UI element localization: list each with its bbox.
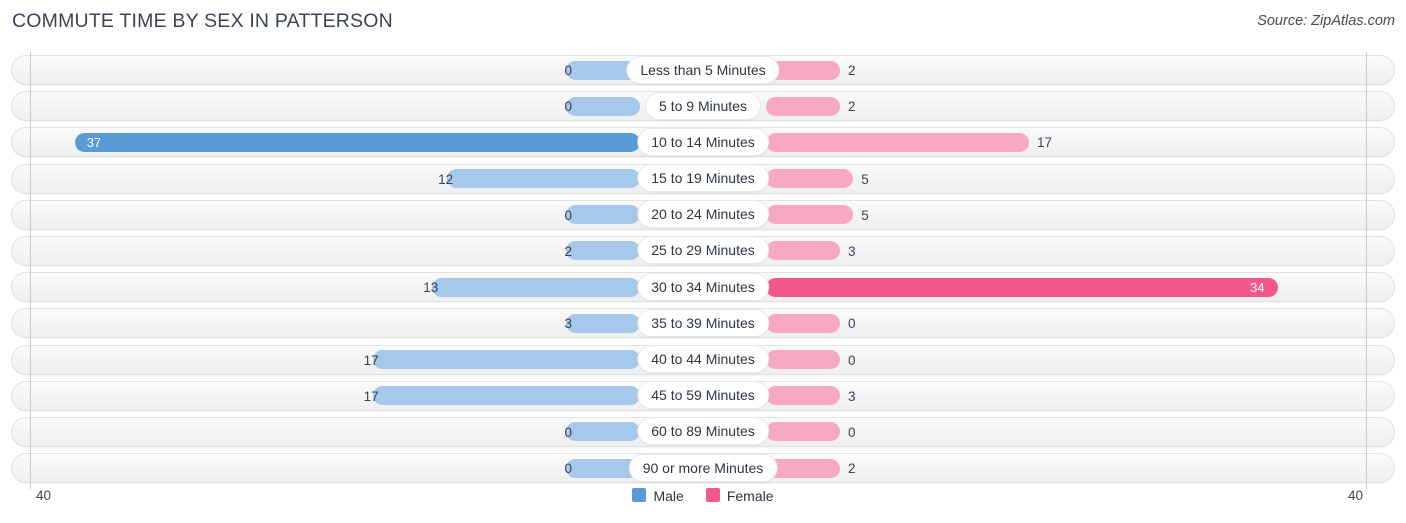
chart-row: 0 2 90 or more Minutes: [0, 450, 1406, 486]
category-label-pill: 20 to 24 Minutes: [638, 201, 768, 228]
value-label-female: 34: [1250, 280, 1265, 296]
category-label-pill: 60 to 89 Minutes: [638, 418, 768, 445]
chart-row: 0 2 5 to 9 Minutes: [0, 88, 1406, 124]
value-label-female: 2: [848, 99, 856, 115]
bar-female: [766, 277, 1279, 297]
value-label-male: 13: [423, 280, 439, 296]
value-label-male: 0: [564, 207, 572, 223]
value-label-female: 2: [848, 63, 856, 78]
legend-item-male[interactable]: Male: [632, 487, 684, 505]
legend-swatch-icon: [632, 488, 647, 503]
category-label-pill: 35 to 39 Minutes: [638, 309, 768, 336]
bar-male: [566, 241, 640, 261]
bar-male: [566, 313, 640, 333]
chart-row: 0 2 Less than 5 Minutes: [0, 52, 1406, 88]
source-attribution: Source: ZipAtlas.com: [1257, 13, 1395, 29]
chart-row: 3 0 35 to 39 Minutes: [0, 305, 1406, 341]
category-label-pill: 45 to 59 Minutes: [638, 382, 768, 409]
value-label-female: 0: [848, 316, 856, 332]
value-label-male: 17: [363, 388, 379, 404]
chart-row: 0 5 20 to 24 Minutes: [0, 197, 1406, 233]
chart-footer: 40 40 Male Female: [0, 485, 1406, 523]
legend-label: Female: [726, 488, 774, 505]
bar-female: [766, 422, 840, 442]
chart-row: 12 5 15 to 19 Minutes: [0, 161, 1406, 197]
category-label-pill: 5 to 9 Minutes: [646, 92, 760, 119]
value-label-male: 17: [363, 352, 379, 368]
value-label-female: 17: [1037, 135, 1053, 151]
chart-page: COMMUTE TIME BY SEX IN PATTERSON Source:…: [0, 0, 1406, 523]
bar-female: [766, 313, 840, 333]
value-label-female: 2: [848, 461, 856, 477]
chart-row: 17 3 45 to 59 Minutes: [0, 378, 1406, 414]
bar-male: [372, 386, 640, 406]
bar-male: [372, 350, 640, 369]
bar-male: [566, 205, 640, 225]
category-label-pill: 10 to 14 Minutes: [638, 128, 768, 155]
chart-row: 17 0 40 to 44 Minutes: [0, 342, 1406, 378]
chart-row: 37 17 10 to 14 Minutes: [0, 124, 1406, 160]
value-label-male: 12: [438, 171, 454, 187]
bar-female: [766, 458, 840, 478]
bar-female: [766, 350, 840, 369]
chart-plot-area: 0 2 Less than 5 Minutes 0 2 5 to 9 Minutes 37 1…: [0, 52, 1406, 489]
legend-label: Male: [653, 488, 684, 505]
category-label-pill: Less than 5 Minutes: [627, 56, 779, 83]
value-label-male: 0: [564, 461, 572, 477]
category-label-pill: 40 to 44 Minutes: [638, 346, 768, 372]
value-label-male: 0: [564, 424, 572, 440]
chart-row: 0 0 60 to 89 Minutes: [0, 414, 1406, 450]
value-label-female: 0: [848, 424, 856, 440]
bar-female: [766, 386, 840, 406]
bar-female: [766, 132, 1030, 152]
bar-female: [766, 241, 840, 261]
axis-line-left: [30, 52, 31, 489]
value-label-male: 37: [86, 135, 102, 151]
value-label-female: 0: [848, 352, 856, 368]
legend-swatch-icon: [705, 488, 720, 503]
bar-male: [74, 132, 640, 152]
value-label-female: 5: [861, 171, 869, 187]
bar-male: [566, 422, 640, 442]
bar-male: [566, 96, 640, 116]
category-label-pill: 25 to 29 Minutes: [638, 237, 768, 264]
chart-row: 2 3 25 to 29 Minutes: [0, 233, 1406, 269]
bar-male: [432, 277, 640, 297]
bar-male: [447, 169, 640, 189]
axis-line-right: [1366, 52, 1367, 489]
value-label-male: 3: [564, 316, 572, 332]
value-label-female: 5: [861, 207, 869, 223]
value-label-male: 2: [564, 243, 572, 259]
bar-female: [766, 205, 854, 225]
chart-row: 13 34 30 to 34 Minutes: [0, 269, 1406, 305]
value-label-female: 3: [848, 388, 856, 404]
page-title: COMMUTE TIME BY SEX IN PATTERSON: [12, 10, 393, 32]
value-label-male: 0: [564, 63, 572, 78]
chart-rows: 0 2 Less than 5 Minutes 0 2 5 to 9 Minutes 37 1…: [0, 52, 1406, 486]
legend-item-female[interactable]: Female: [705, 487, 774, 505]
value-label-female: 3: [848, 243, 856, 259]
category-label-pill: 15 to 19 Minutes: [638, 165, 768, 192]
bar-female: [766, 169, 854, 189]
value-label-male: 0: [564, 99, 572, 115]
bar-female: [766, 96, 840, 116]
category-label-pill: 90 or more Minutes: [629, 454, 777, 481]
category-label-pill: 30 to 34 Minutes: [638, 273, 768, 300]
chart-legend: Male Female: [0, 487, 1406, 504]
